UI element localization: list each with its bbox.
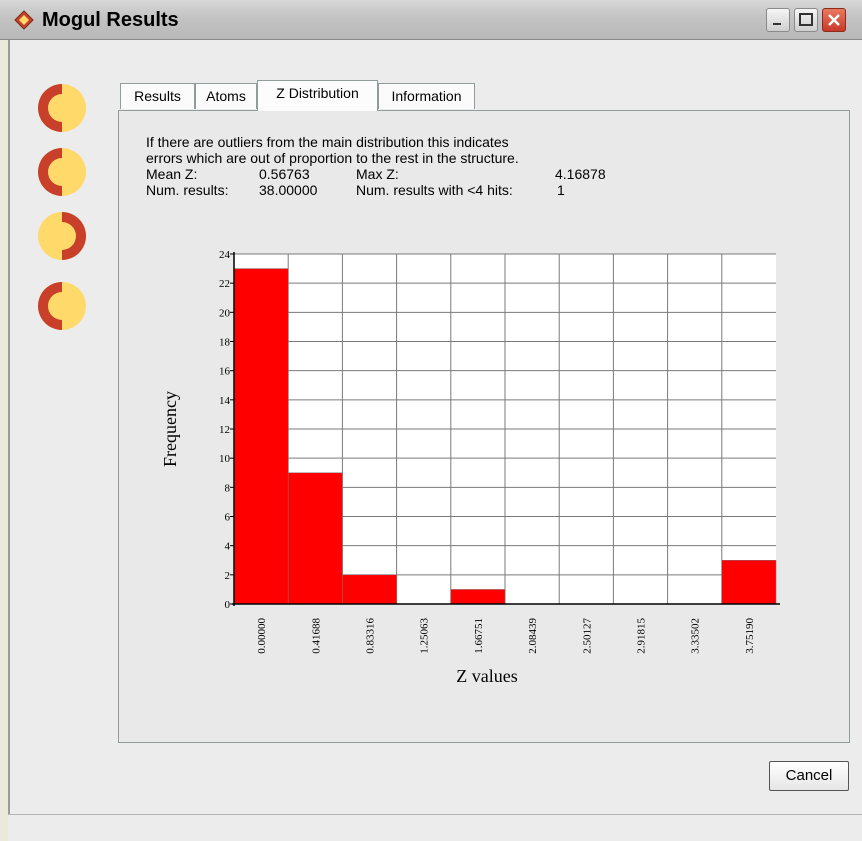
status-bar [8, 814, 862, 841]
z-distribution-histogram: 0246810121416182022240.00000 0.41688 0.833… [160, 249, 780, 685]
max-z-value: 4.16878 [555, 166, 606, 182]
crescent-right-icon[interactable] [36, 210, 88, 262]
description-line-2: errors which are out of proportion to th… [146, 150, 519, 166]
x-tick-label: 3.75190 [744, 618, 756, 654]
y-tick-label: 8 [225, 482, 231, 494]
maximize-button[interactable] [794, 8, 818, 32]
maximize-icon [799, 13, 813, 26]
minimize-icon [773, 23, 781, 25]
y-tick-label: 2 [225, 570, 231, 582]
mean-z-value: 0.56763 [259, 166, 310, 182]
title-bar[interactable]: Mogul Results [0, 0, 862, 40]
num-results-label: Num. results: [146, 182, 229, 198]
histogram-bar [342, 574, 397, 605]
histogram-bar [721, 560, 777, 605]
x-tick-label: 0.00000 [256, 618, 268, 654]
mean-z-label: Mean Z: [146, 166, 198, 182]
histogram-bar [450, 589, 506, 605]
y-tick-label: 6 [225, 512, 231, 524]
y-axis-title: Frequency [160, 391, 180, 467]
x-tick-label: 1.25063 [419, 618, 431, 654]
crescent-left-icon[interactable] [36, 280, 88, 332]
y-tick-label: 10 [219, 453, 231, 465]
histogram-bar [233, 268, 289, 605]
cancel-button[interactable]: Cancel [769, 761, 849, 791]
num-lt4-hits-value: 1 [557, 182, 565, 198]
tab-atoms[interactable]: Atoms [195, 83, 257, 109]
x-tick-label: 3.33502 [690, 618, 702, 654]
y-tick-label: 18 [219, 337, 231, 349]
close-button[interactable] [822, 8, 846, 32]
x-tick-label: 1.66751 [473, 618, 485, 654]
tab-results[interactable]: Results [120, 83, 195, 109]
y-tick-label: 4 [225, 541, 231, 553]
window-title: Mogul Results [42, 9, 179, 31]
x-tick-label: 0.83316 [365, 618, 377, 654]
y-tick-label: 22 [219, 278, 230, 290]
y-tick-label: 14 [219, 395, 231, 407]
tab-z-distribution[interactable]: Z Distribution [257, 80, 378, 111]
crescent-left-icon[interactable] [36, 82, 88, 134]
x-tick-label: 2.08439 [527, 618, 539, 654]
y-tick-label: 24 [219, 249, 231, 261]
y-tick-label: 16 [219, 366, 231, 378]
description-line-1: If there are outliers from the main dist… [146, 134, 509, 150]
x-axis-title: Z values [456, 666, 517, 685]
max-z-label: Max Z: [356, 166, 399, 182]
y-tick-label: 20 [219, 307, 231, 319]
x-tick-label: 2.50127 [581, 618, 593, 654]
num-lt4-hits-label: Num. results with <4 hits: [356, 182, 513, 198]
minimize-button[interactable] [766, 8, 790, 32]
histogram-bar [287, 472, 343, 605]
crescent-left-icon[interactable] [36, 146, 88, 198]
x-tick-label: 0.41688 [310, 618, 322, 654]
x-tick-label: 2.91815 [636, 618, 648, 654]
mogul-app-icon [14, 10, 34, 30]
tab-information[interactable]: Information [378, 83, 475, 109]
y-tick-label: 0 [225, 599, 231, 611]
y-tick-label: 12 [219, 424, 230, 436]
num-results-value: 38.00000 [259, 182, 318, 198]
close-icon [828, 14, 840, 26]
